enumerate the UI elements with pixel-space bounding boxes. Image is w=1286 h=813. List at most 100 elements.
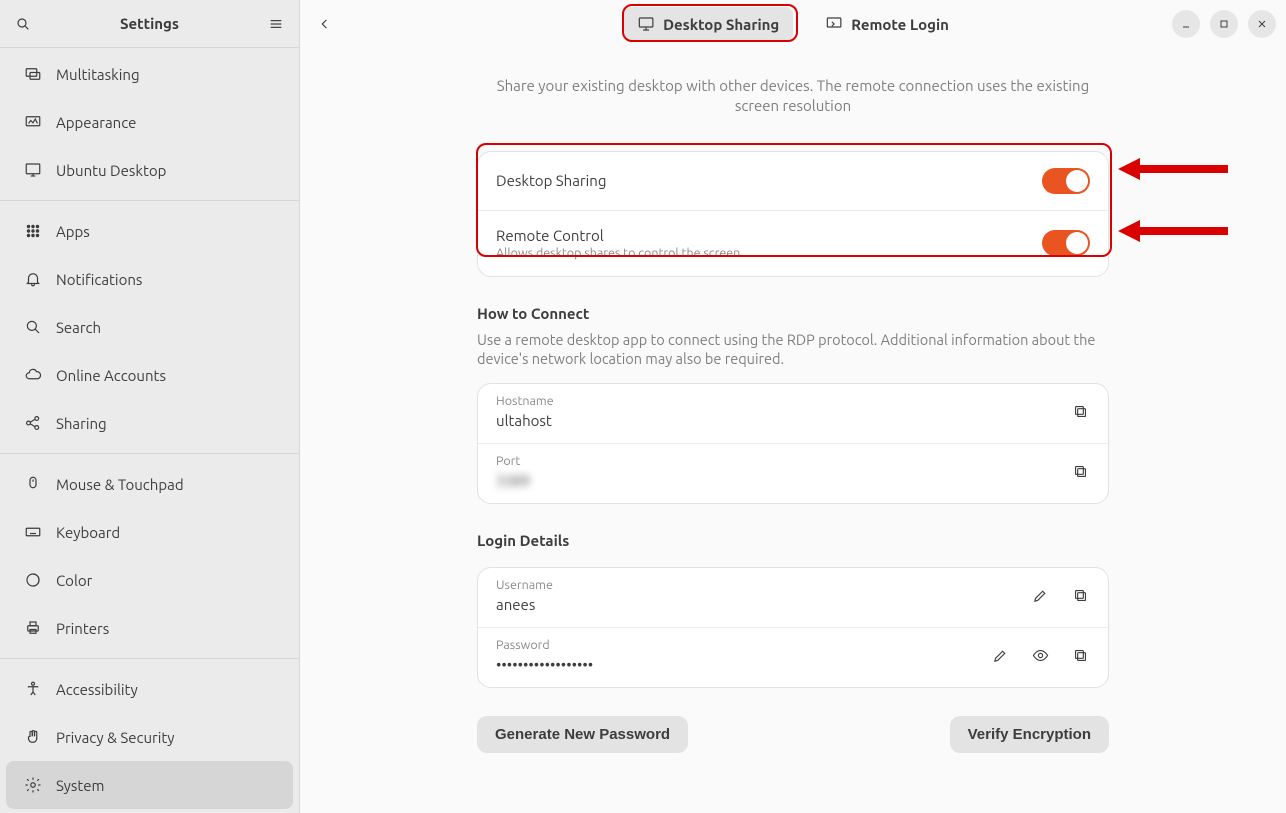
sidebar-item-label: Appearance [56,114,136,131]
ubuntu-desktop-icon [22,159,44,181]
sidebar-item-label: Privacy & Security [56,729,175,746]
desktop-sharing-toggle[interactable] [1042,168,1090,194]
copy-hostname-button[interactable] [1070,401,1090,421]
sidebar-item-label: Printers [56,620,109,637]
sidebar-item-label: Accessibility [56,681,138,698]
field-label: Hostname [496,394,1058,408]
chevron-left-icon [317,16,333,32]
accessibility-icon [22,678,44,700]
keyboard-icon [22,521,44,543]
page-description: Share your existing desktop with other d… [478,76,1108,117]
reveal-password-button[interactable] [1030,645,1050,665]
copy-icon [1072,587,1089,604]
section-title-login: Login Details [477,532,1109,549]
hostname-value: ultahost [496,412,1058,429]
row-hostname: Hostname ultahost [478,384,1108,444]
generate-password-button[interactable]: Generate New Password [477,716,688,753]
copy-username-button[interactable] [1070,585,1090,605]
copy-icon [1072,403,1089,420]
color-icon [22,569,44,591]
sidebar-item-label: Online Accounts [56,367,166,384]
sidebar-item-sharing[interactable]: Sharing [6,399,293,447]
search-button[interactable] [8,9,38,39]
username-value: anees [496,596,1018,613]
sidebar-list: Multitasking Appearance Ubuntu Desktop A… [0,48,299,813]
hand-icon [22,726,44,748]
main-pane: Desktop Sharing Remote Login Share your … [300,0,1286,813]
pencil-icon [992,647,1009,664]
sidebar-item-mouse-touchpad[interactable]: Mouse & Touchpad [6,460,293,508]
row-desktop-sharing: Desktop Sharing [478,152,1108,211]
sidebar-separator [0,453,299,454]
connect-group: Hostname ultahost Port 3389 [477,383,1109,504]
tab-label: Desktop Sharing [663,16,779,33]
sidebar-item-label: Search [56,319,101,336]
bottom-button-row: Generate New Password Verify Encryption [477,716,1109,753]
hamburger-menu-button[interactable] [261,9,291,39]
sidebar-item-label: Mouse & Touchpad [56,476,184,493]
sidebar-item-label: Sharing [56,415,107,432]
sidebar-item-online-accounts[interactable]: Online Accounts [6,351,293,399]
sidebar-item-multitasking[interactable]: Multitasking [6,50,293,98]
remote-control-toggle[interactable] [1042,230,1090,256]
sidebar-item-color[interactable]: Color [6,556,293,604]
sidebar-item-printers[interactable]: Printers [6,604,293,652]
sidebar-title: Settings [38,15,261,32]
row-port: Port 3389 [478,444,1108,503]
sidebar-item-label: Keyboard [56,524,120,541]
screen-share-icon [637,15,655,33]
sidebar-item-label: Multitasking [56,66,140,83]
maximize-icon [1218,18,1230,30]
tab-bar: Desktop Sharing Remote Login [623,7,963,41]
sidebar-item-privacy-security[interactable]: Privacy & Security [6,713,293,761]
copy-port-button[interactable] [1070,461,1090,481]
sidebar-item-keyboard[interactable]: Keyboard [6,508,293,556]
close-button[interactable] [1248,10,1276,38]
remote-login-icon [825,15,843,33]
tab-desktop-sharing[interactable]: Desktop Sharing [623,7,793,41]
back-button[interactable] [310,9,340,39]
eye-icon [1032,647,1049,664]
hamburger-icon [268,16,284,32]
sidebar-item-apps[interactable]: Apps [6,207,293,255]
sidebar-item-notifications[interactable]: Notifications [6,255,293,303]
toggle-sublabel: Allows desktop shares to control the scr… [496,246,1042,260]
sidebar-header: Settings [0,0,299,48]
copy-icon [1072,647,1089,664]
sidebar-item-label: Color [56,572,92,589]
row-remote-control: Remote Control Allows desktop shares to … [478,211,1108,276]
sharing-toggle-group: Desktop Sharing Remote Control Allows de… [477,151,1109,277]
sidebar-item-system[interactable]: System [6,761,293,809]
sidebar-item-accessibility[interactable]: Accessibility [6,665,293,713]
sidebar-item-search[interactable]: Search [6,303,293,351]
sidebar-item-label: Ubuntu Desktop [56,162,166,179]
toggle-label: Remote Control [496,227,1042,244]
gear-icon [22,774,44,796]
sidebar-separator [0,658,299,659]
port-value: 3389 [496,472,1058,489]
minimize-button[interactable] [1172,10,1200,38]
apps-icon [22,220,44,242]
sidebar-item-appearance[interactable]: Appearance [6,98,293,146]
settings-sidebar: Settings Multitasking Appearance Ubuntu … [0,0,300,813]
copy-password-button[interactable] [1070,645,1090,665]
edit-username-button[interactable] [1030,585,1050,605]
tab-remote-login[interactable]: Remote Login [811,7,963,41]
sidebar-item-label: Apps [56,223,90,240]
window-controls [1172,10,1276,38]
toggle-label: Desktop Sharing [496,172,1042,189]
minimize-icon [1180,18,1192,30]
verify-encryption-button[interactable]: Verify Encryption [950,716,1109,753]
search-icon [22,316,44,338]
row-password: Password •••••••••••••••••• [478,628,1108,687]
appearance-icon [22,111,44,133]
page-content: Share your existing desktop with other d… [300,48,1286,813]
search-icon [15,16,31,32]
maximize-button[interactable] [1210,10,1238,38]
pencil-icon [1032,587,1049,604]
password-value: •••••••••••••••••• [496,656,978,673]
edit-password-button[interactable] [990,645,1010,665]
field-label: Password [496,638,978,652]
sidebar-item-ubuntu-desktop[interactable]: Ubuntu Desktop [6,146,293,194]
share-icon [22,412,44,434]
